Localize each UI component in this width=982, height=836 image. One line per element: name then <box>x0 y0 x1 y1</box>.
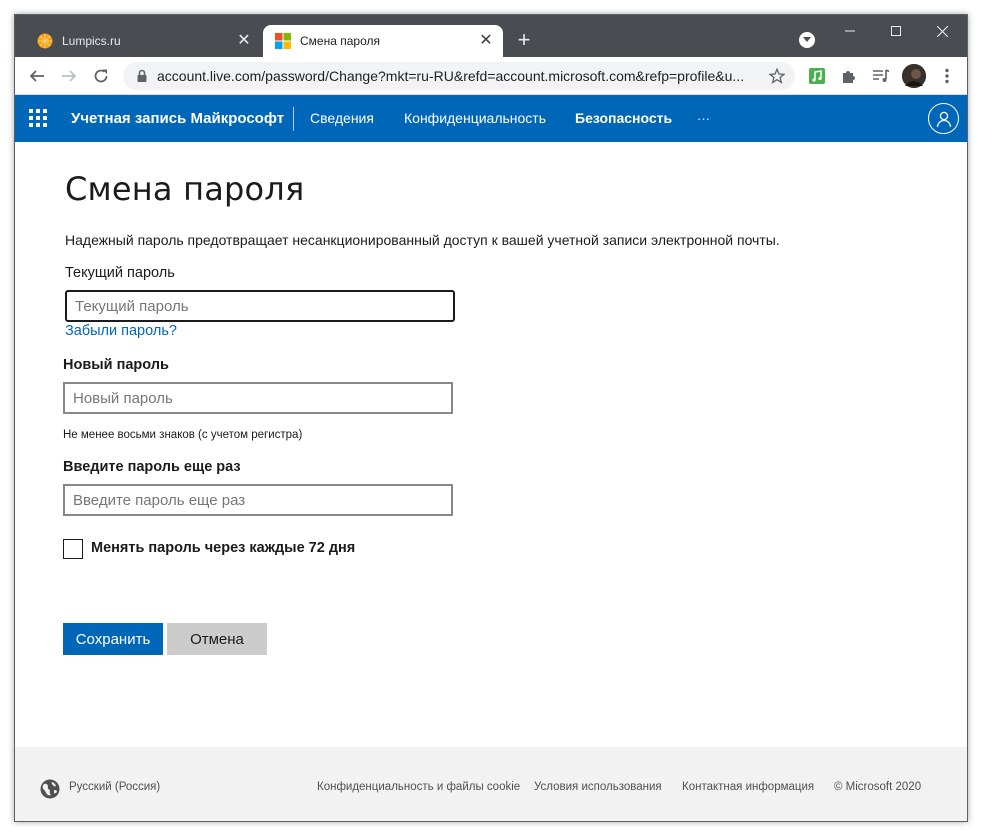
language-selector[interactable]: Русский (Россия) <box>69 781 160 793</box>
confirm-password-label: Введите пароль еще раз <box>63 459 241 475</box>
tab-search-icon[interactable] <box>799 32 815 48</box>
browser-window: Lumpics.ru ✕ Смена пароля ✕ + account.li… <box>14 14 968 822</box>
tab-change-password[interactable]: Смена пароля ✕ <box>263 25 503 57</box>
expire-password-label[interactable]: Менять пароль через каждые 72 дня <box>91 540 355 556</box>
close-tab-icon[interactable]: ✕ <box>233 30 255 52</box>
new-password-input[interactable] <box>63 382 453 414</box>
reload-icon[interactable] <box>87 62 115 90</box>
change-password-form: Смена пароля Надежный пароль предотвраща… <box>15 142 967 747</box>
media-queue-icon[interactable] <box>871 66 891 86</box>
privacy-link[interactable]: Конфиденциальность и файлы cookie <box>317 781 520 793</box>
lock-icon <box>137 69 147 82</box>
forgot-password-link[interactable]: Забыли пароль? <box>65 323 177 339</box>
browser-menu-icon[interactable] <box>937 66 957 86</box>
nav-security[interactable]: Безопасность <box>575 95 672 142</box>
bookmark-star-icon[interactable] <box>767 66 787 86</box>
new-tab-icon[interactable]: + <box>512 29 536 53</box>
expire-password-checkbox[interactable] <box>63 539 83 559</box>
current-password-label: Текущий пароль <box>65 265 175 281</box>
header-divider <box>293 107 294 131</box>
confirm-password-input[interactable] <box>63 484 453 516</box>
copyright-text: © Microsoft 2020 <box>834 781 922 793</box>
forward-arrow-icon[interactable] <box>55 62 83 90</box>
terms-link[interactable]: Условия использования <box>534 781 662 793</box>
contact-link[interactable]: Контактная информация <box>682 781 814 793</box>
new-password-label: Новый пароль <box>63 357 169 373</box>
account-header: Учетная запись Майкрософт Сведения Конфи… <box>15 95 967 142</box>
url-text: account.live.com/password/Change?mkt=ru-… <box>157 68 745 84</box>
globe-icon[interactable] <box>39 778 61 800</box>
description-text: Надежный пароль предотвращает несанкцион… <box>65 232 780 248</box>
account-avatar-icon[interactable] <box>928 103 959 134</box>
password-hint: Не менее восьми знаков (с учетом регистр… <box>63 429 303 441</box>
address-bar[interactable]: account.live.com/password/Change?mkt=ru-… <box>123 62 795 90</box>
page-title: Смена пароля <box>65 170 305 208</box>
app-launcher-icon[interactable] <box>29 109 49 129</box>
nav-info[interactable]: Сведения <box>310 95 374 142</box>
cancel-button[interactable]: Отмена <box>167 623 267 655</box>
tab-title: Lumpics.ru <box>62 34 121 48</box>
microsoft-logo-icon <box>275 33 291 49</box>
page-footer: Русский (Россия) Конфиденциальность и фа… <box>15 747 967 821</box>
close-window-icon[interactable] <box>919 19 965 43</box>
extensions-puzzle-icon[interactable] <box>839 66 859 86</box>
profile-avatar[interactable] <box>902 64 926 88</box>
tab-strip: Lumpics.ru ✕ Смена пароля ✕ + <box>15 15 967 57</box>
back-arrow-icon[interactable] <box>23 62 51 90</box>
brand-title[interactable]: Учетная запись Майкрософт <box>71 95 284 142</box>
nav-privacy[interactable]: Конфиденциальность <box>404 95 546 142</box>
browser-toolbar: account.live.com/password/Change?mkt=ru-… <box>15 57 967 95</box>
save-button[interactable]: Сохранить <box>63 623 163 655</box>
close-tab-icon[interactable]: ✕ <box>475 30 497 52</box>
tab-title: Смена пароля <box>300 34 380 48</box>
minimize-icon[interactable] <box>827 19 873 43</box>
current-password-input[interactable] <box>65 290 455 322</box>
music-extension-icon[interactable] <box>807 66 827 86</box>
tab-lumpics[interactable]: Lumpics.ru ✕ <box>25 25 261 57</box>
nav-more-icon[interactable]: ··· <box>697 95 710 142</box>
orange-circle-icon <box>37 33 53 49</box>
maximize-icon[interactable] <box>873 19 919 43</box>
